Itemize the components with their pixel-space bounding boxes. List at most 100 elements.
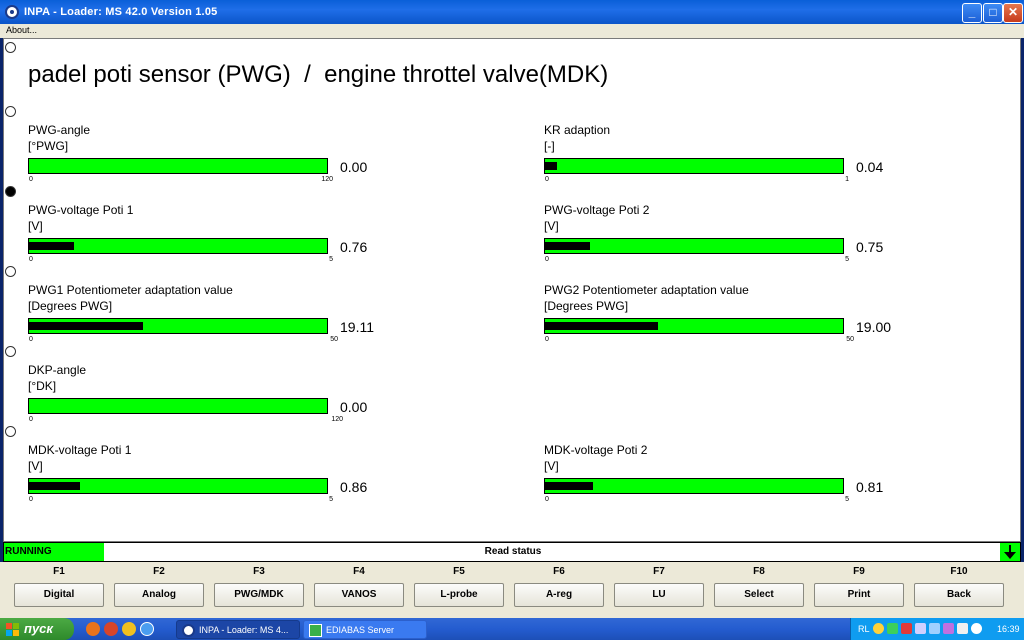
tray-network-icon[interactable]: [887, 623, 898, 634]
page-title: padel poti sensor (PWG) / engine throtte…: [28, 61, 609, 88]
taskbar: пуск INPA - Loader: MS 4... EDIABAS Serv…: [0, 618, 1024, 640]
inpa-task-icon: [182, 624, 195, 637]
gauge-dkp-angle: DKP-angle [°DK] 0.00 0 120: [28, 363, 398, 423]
quicklaunch-opera-icon[interactable]: [104, 622, 118, 636]
taskbar-clock: 16:39: [997, 624, 1020, 634]
function-key-bar: F1 Digital F2 Analog F3 PWG/MDK F4 VANOS…: [0, 562, 1024, 618]
arrow-down-icon: [1004, 545, 1016, 559]
gauge-unit: [V]: [28, 459, 43, 473]
pwg-mdk-button[interactable]: PWG/MDK: [214, 583, 304, 607]
fkey-f2: F2 Analog: [114, 562, 204, 614]
gauge-min: 0: [545, 176, 549, 183]
gauge-fill: [545, 162, 557, 170]
scroll-down-button[interactable]: [1000, 543, 1020, 561]
digital-button[interactable]: Digital: [14, 583, 104, 607]
screen-radio-2[interactable]: [5, 106, 16, 117]
gauge-fill: [29, 482, 80, 490]
gauge-max: 120: [321, 176, 333, 183]
gauge-label: KR adaption: [544, 123, 611, 137]
gauge-pwg1-adaptation: PWG1 Potentiometer adaptation value [Deg…: [28, 283, 398, 343]
fkey-f9: F9 Print: [814, 562, 904, 614]
fkey-f4: F4 VANOS: [314, 562, 404, 614]
quicklaunch-firefox-icon[interactable]: [86, 622, 100, 636]
screen-radio-1[interactable]: [5, 42, 16, 53]
gauge-value: 19.11: [340, 319, 374, 335]
fkey-label: F1: [53, 566, 65, 577]
tray-display-icon[interactable]: [915, 623, 926, 634]
gauge-label: PWG-voltage Poti 2: [544, 203, 650, 217]
gauge-value: 0.00: [340, 399, 368, 415]
tray-app-icon[interactable]: [873, 623, 884, 634]
start-button[interactable]: пуск: [0, 618, 74, 640]
lu-button[interactable]: LU: [614, 583, 704, 607]
maximize-button[interactable]: □: [983, 3, 1003, 23]
gauge-max: 1: [845, 176, 849, 183]
gauge-unit: [V]: [544, 219, 559, 233]
quicklaunch-ie-icon[interactable]: [140, 622, 154, 636]
gauge-min: 0: [29, 176, 33, 183]
fkey-label: F6: [553, 566, 565, 577]
print-button[interactable]: Print: [814, 583, 904, 607]
gauge-max: 50: [846, 336, 854, 343]
ediabas-task-icon: [309, 624, 322, 637]
fkey-f1: F1 Digital: [14, 562, 104, 614]
gauge-fill: [545, 322, 658, 330]
a-reg-button[interactable]: A-reg: [514, 583, 604, 607]
gauge-mdk-voltage-poti-1: MDK-voltage Poti 1 [V] 0.86 0 5: [28, 443, 398, 503]
task-ediabas-server[interactable]: EDIABAS Server: [303, 620, 427, 639]
gauge-value: 0.04: [856, 159, 884, 175]
gauge-unit: [Degrees PWG]: [28, 299, 113, 313]
gauge-kr-adaption: KR adaption [-] 0.04 0 1: [544, 123, 914, 183]
gauge-pwg2-adaptation: PWG2 Potentiometer adaptation value [Deg…: [544, 283, 914, 343]
screen-radio-6[interactable]: [5, 426, 16, 437]
vanos-button[interactable]: VANOS: [314, 583, 404, 607]
close-button[interactable]: ✕: [1003, 3, 1023, 23]
gauge-fill: [29, 242, 74, 250]
task-inpa-loader[interactable]: INPA - Loader: MS 4...: [176, 620, 300, 639]
fkey-f7: F7 LU: [614, 562, 704, 614]
tray-monitor-icon[interactable]: [929, 623, 940, 634]
minimize-button[interactable]: _: [962, 3, 982, 23]
gauge-min: 0: [29, 416, 33, 423]
gauge-unit: [°PWG]: [28, 139, 69, 153]
main-panel: padel poti sensor (PWG) / engine throtte…: [3, 38, 1021, 542]
gauge-max: 5: [329, 496, 333, 503]
gauge-mdk-voltage-poti-2: MDK-voltage Poti 2 [V] 0.81 0 5: [544, 443, 914, 503]
l-probe-button[interactable]: L-probe: [414, 583, 504, 607]
gauge-bar: [544, 318, 844, 334]
quicklaunch-media-icon[interactable]: [122, 622, 136, 636]
screen-radio-5[interactable]: [5, 346, 16, 357]
tray-messenger-icon[interactable]: [943, 623, 954, 634]
tray-volume-icon[interactable]: [971, 623, 982, 634]
title-bar: INPA - Loader: MS 42.0 Version 1.05 _ □ …: [0, 0, 1024, 24]
gauge-bar: [28, 158, 328, 174]
fkey-label: F9: [853, 566, 865, 577]
menu-bar: About...: [0, 24, 1024, 38]
fkey-f6: F6 A-reg: [514, 562, 604, 614]
gauge-bar: [28, 478, 328, 494]
gauge-bar: [544, 158, 844, 174]
back-button[interactable]: Back: [914, 583, 1004, 607]
fkey-f8: F8 Select: [714, 562, 804, 614]
gauge-unit: [V]: [544, 459, 559, 473]
analog-button[interactable]: Analog: [114, 583, 204, 607]
tray-safely-remove-icon[interactable]: [957, 623, 968, 634]
screen-radio-3[interactable]: [5, 186, 16, 197]
gauge-unit: [°DK]: [28, 379, 57, 393]
fkey-f3: F3 PWG/MDK: [214, 562, 304, 614]
fkey-f5: F5 L-probe: [414, 562, 504, 614]
gauge-fill: [545, 242, 590, 250]
gauge-label: PWG-voltage Poti 1: [28, 203, 134, 217]
gauge-label: PWG1 Potentiometer adaptation value: [28, 283, 233, 297]
gauge-label: PWG2 Potentiometer adaptation value: [544, 283, 749, 297]
select-button[interactable]: Select: [714, 583, 804, 607]
gauge-label: MDK-voltage Poti 1: [28, 443, 132, 457]
menu-about[interactable]: About...: [6, 25, 37, 35]
fkey-label: F10: [950, 566, 968, 577]
language-indicator[interactable]: RL: [858, 624, 870, 634]
tray-antivirus-icon[interactable]: [901, 623, 912, 634]
window-title: INPA - Loader: MS 42.0 Version 1.05: [24, 6, 218, 18]
fkey-label: F5: [453, 566, 465, 577]
screen-radio-4[interactable]: [5, 266, 16, 277]
gauge-fill: [29, 322, 143, 330]
